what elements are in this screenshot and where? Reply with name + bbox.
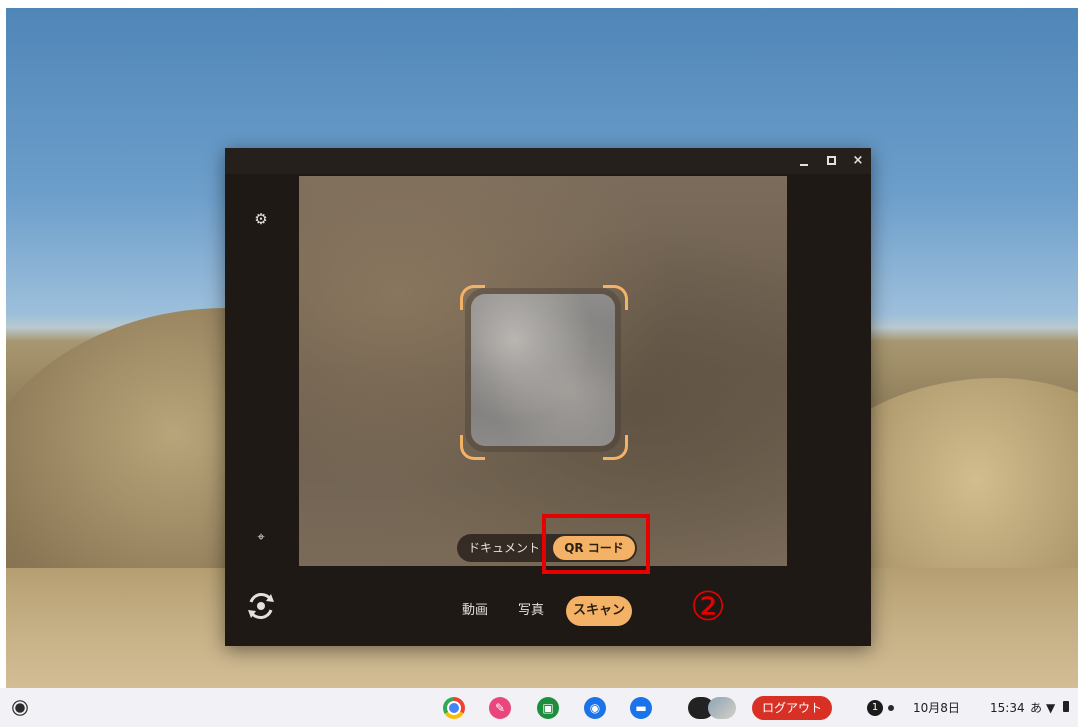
- camera-app-icon[interactable]: ◉: [584, 697, 606, 719]
- battery-icon[interactable]: [1063, 701, 1069, 712]
- files-icon[interactable]: ▬: [630, 697, 652, 719]
- mode-selector: 動画 写真 スキャン: [225, 578, 871, 638]
- scan-frame-corner: [603, 285, 628, 310]
- scan-frame-corner: [460, 435, 485, 460]
- mode-video[interactable]: 動画: [455, 596, 495, 626]
- notification-count-badge[interactable]: 1: [867, 700, 883, 716]
- launcher-icon[interactable]: [15, 703, 25, 713]
- shelf: ✎ ▣ ◉ ▬ ログアウト 1 10月8日 15:34 あ ▼: [0, 688, 1078, 727]
- minimize-button[interactable]: [795, 152, 813, 170]
- user-avatars[interactable]: [688, 697, 736, 719]
- close-button[interactable]: ×: [849, 152, 867, 170]
- title-bar[interactable]: ×: [225, 148, 871, 174]
- time-label[interactable]: 15:34: [990, 698, 1025, 718]
- mode-scan[interactable]: スキャン: [566, 596, 632, 626]
- canvas-app-icon[interactable]: ✎: [489, 697, 511, 719]
- gear-icon[interactable]: ⚙: [253, 211, 269, 227]
- ime-indicator[interactable]: あ: [1030, 698, 1042, 718]
- annotation-highlight-box: [542, 514, 650, 574]
- maximize-button[interactable]: [823, 152, 841, 170]
- classroom-icon[interactable]: ▣: [537, 697, 559, 719]
- scan-frame-corner: [460, 285, 485, 310]
- pan-tilt-icon[interactable]: ⌖: [253, 530, 269, 546]
- chrome-icon[interactable]: [443, 697, 465, 719]
- scan-frame-corner: [603, 435, 628, 460]
- mode-photo[interactable]: 写真: [511, 596, 551, 626]
- wifi-icon[interactable]: ▼: [1046, 698, 1055, 718]
- annotation-step-number: ②: [690, 584, 726, 630]
- notification-dot-icon: [888, 705, 894, 711]
- avatar: [708, 697, 736, 719]
- date-label[interactable]: 10月8日: [913, 698, 960, 718]
- camera-preview: ドキュメント QR コード: [299, 176, 787, 566]
- scan-type-document[interactable]: ドキュメント: [457, 534, 551, 562]
- qr-scan-area: [471, 294, 615, 446]
- logout-button[interactable]: ログアウト: [752, 696, 832, 720]
